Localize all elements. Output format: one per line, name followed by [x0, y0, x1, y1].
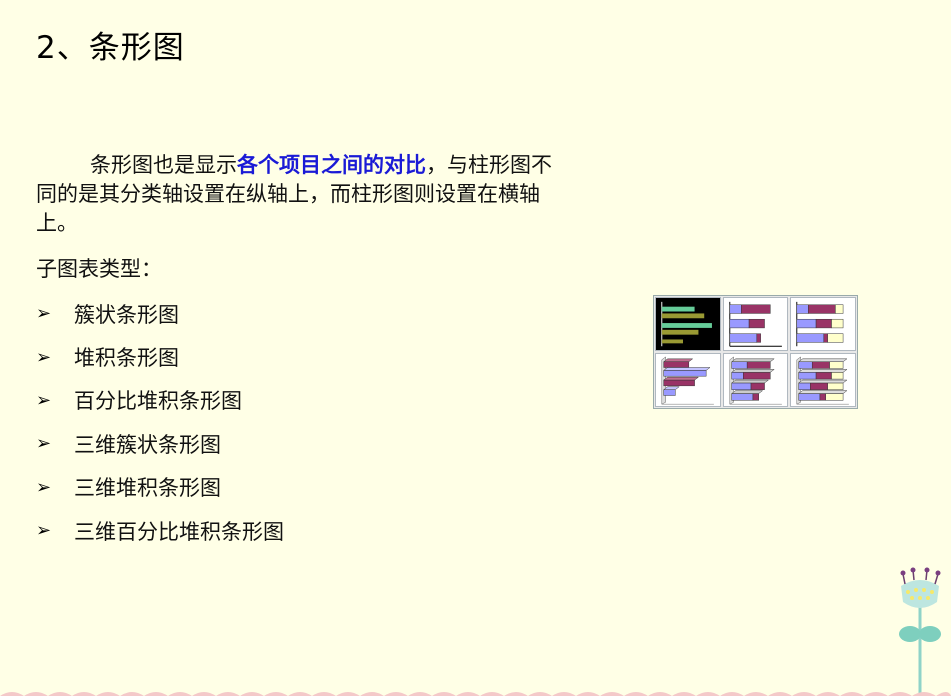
list-item-label: 百分比堆积条形图 — [74, 389, 242, 414]
arrow-bullet-icon: ➢ — [36, 520, 52, 542]
stacked-bar-option[interactable] — [722, 297, 789, 352]
list-item: ➢ 百分比堆积条形图 — [36, 379, 284, 422]
percent-stacked-bar-icon — [796, 301, 844, 347]
list-item: ➢ 三维百分比堆积条形图 — [36, 509, 284, 552]
stacked-bar-3d-icon — [729, 356, 782, 405]
list-item-label: 三维百分比堆积条形图 — [74, 519, 284, 544]
clustered-bar-3d-option[interactable] — [655, 353, 721, 408]
arrow-bullet-icon: ➢ — [36, 389, 52, 411]
arrow-bullet-icon: ➢ — [36, 433, 52, 455]
percent-stacked-bar-3d-icon — [796, 356, 850, 405]
list-item-label: 三维堆积条形图 — [74, 476, 221, 501]
arrow-bullet-icon: ➢ — [36, 476, 52, 498]
list-item: ➢ 三维簇状条形图 — [36, 422, 284, 465]
chart-subtype-picker — [653, 295, 858, 409]
list-item: ➢ 堆积条形图 — [36, 335, 284, 378]
subtypes-heading: 子图表类型： — [36, 257, 162, 281]
scalloped-border-decoration — [0, 692, 951, 696]
stacked-bar-icon — [728, 301, 782, 347]
clustered-bar-icon — [661, 301, 712, 347]
arrow-bullet-icon: ➢ — [36, 303, 52, 325]
percent-stacked-bar-option[interactable] — [790, 297, 856, 352]
subtype-list: ➢ 簇状条形图 ➢ 堆积条形图 ➢ 百分比堆积条形图 ➢ 三维簇状条形图 ➢ 三维堆积条形… — [36, 292, 284, 552]
percent-stacked-bar-3d-option[interactable] — [790, 353, 856, 408]
list-item-label: 簇状条形图 — [74, 302, 179, 327]
intro-paragraph: 条形图也是显示各个项目之间的对比，与柱形图不同的是其分类轴设置在纵轴上，而柱形图… — [36, 150, 556, 238]
flower-decoration-icon — [899, 567, 941, 696]
stacked-bar-3d-option[interactable] — [722, 353, 789, 408]
list-item: ➢ 三维堆积条形图 — [36, 466, 284, 509]
list-item-label: 堆积条形图 — [74, 346, 179, 371]
intro-text-part1: 条形图也是显示 — [90, 153, 237, 177]
list-item-label: 三维簇状条形图 — [74, 432, 221, 457]
clustered-bar-option[interactable] — [655, 297, 721, 352]
list-item: ➢ 簇状条形图 — [36, 292, 284, 335]
arrow-bullet-icon: ➢ — [36, 346, 52, 368]
clustered-bar-3d-icon — [661, 356, 714, 405]
intro-highlight: 各个项目之间的对比 — [237, 152, 426, 177]
page-title: 2、条形图 — [36, 30, 185, 66]
